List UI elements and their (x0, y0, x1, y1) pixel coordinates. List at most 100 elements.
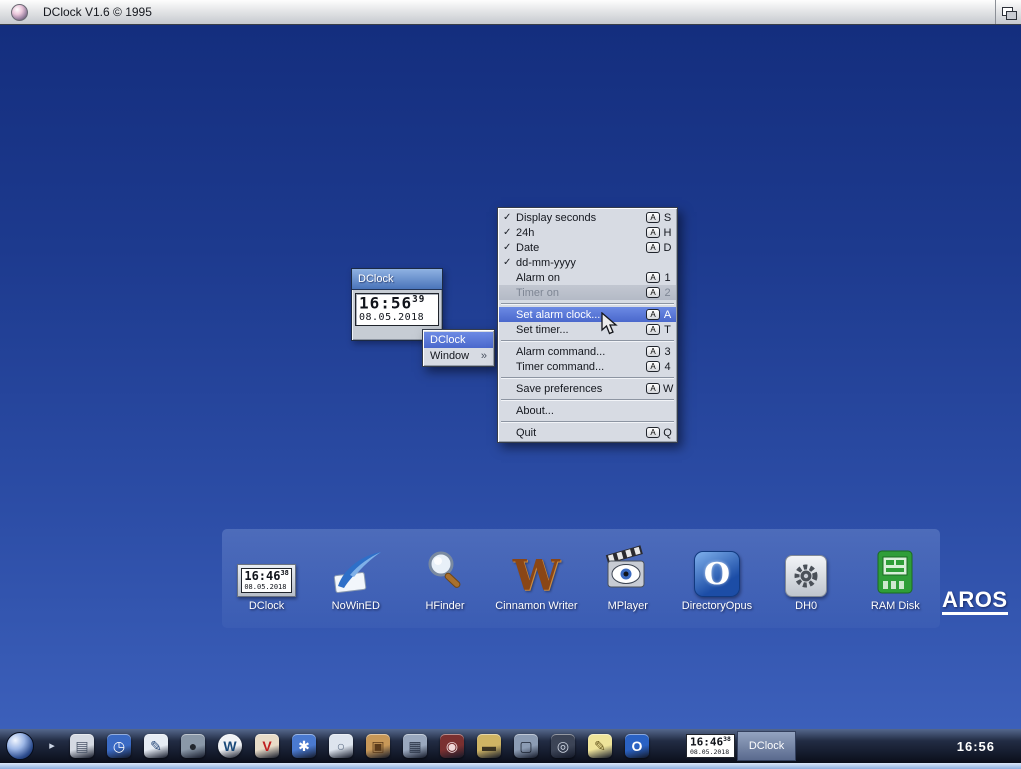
dock-item-nowined[interactable]: NoWinED (317, 535, 395, 612)
shortcut-key-label: H (663, 227, 672, 239)
menu-separator (501, 421, 674, 422)
menu-item-label: Display seconds (516, 212, 646, 224)
amiga-key-icon: A (646, 227, 660, 238)
taskbar: ▸ ▤ ◷ ✎ ● WV ✱ ○ ▣ ▦ ◉ ▬ ▢ ◎ ✎ O 16:4638 08.05.2018 DCl… (0, 729, 1021, 763)
ram-disk-icon (874, 535, 916, 597)
dopus-small-icon[interactable]: O (625, 734, 649, 758)
dock-item-mplayer[interactable]: MPlayer (589, 535, 667, 612)
menu-item-save-preferences[interactable]: Save preferencesAW (499, 381, 676, 396)
taskbar-dclock-task[interactable]: 16:4638 08.05.2018 DClock (686, 731, 796, 761)
menu-item-label: Timer on (516, 287, 646, 299)
menu-item-timer-command[interactable]: Timer command...A4 (499, 359, 676, 374)
dock-item-ram-disk[interactable]: RAM Disk (856, 535, 934, 612)
dclock-context-menu: ✓Display secondsAS✓24hAH✓DateAD✓dd-mm-yy… (497, 207, 678, 443)
menubar-title: DClock V1.6 © 1995 (43, 5, 152, 19)
menu-item-about[interactable]: About... (499, 403, 676, 418)
shortcut-key-label: W (663, 383, 672, 395)
frying-pan-icon[interactable]: ● (181, 734, 205, 758)
menu-item-label: Alarm on (516, 272, 646, 284)
notes-icon[interactable]: ✎ (588, 734, 612, 758)
dock-item-cinnamon-writer[interactable]: W Cinnamon Writer (495, 535, 577, 612)
paint-icon[interactable]: ✱ (292, 734, 316, 758)
taskbar-icons: ▸ ▤ ◷ ✎ ● WV ✱ ○ ▣ ▦ ◉ ▬ ▢ ◎ ✎ O (6, 729, 649, 763)
cinnamon-w-glyph: W (513, 555, 560, 597)
taskbar-clock: 16:56 (957, 729, 995, 763)
lcd-date: 08.05.2018 (690, 748, 731, 756)
dock-item-label: DH0 (795, 600, 817, 612)
tape-deck-icon[interactable]: ▬ (477, 734, 501, 758)
menu-separator (501, 399, 674, 400)
submenu-item-label: Window (430, 350, 469, 362)
aros-menu-logo-icon[interactable] (11, 4, 28, 21)
shortcut-key-label: 1 (663, 272, 672, 284)
mplayer-icon (603, 535, 653, 597)
buildings-icon[interactable]: ▦ (403, 734, 427, 758)
checkmark-icon: ✓ (503, 242, 516, 253)
menu-item-dd-mm-yyyy[interactable]: ✓dd-mm-yyyy (499, 255, 676, 270)
shortcut-key-label: D (663, 242, 672, 254)
menu-item-date[interactable]: ✓DateAD (499, 240, 676, 255)
dh0-icon (785, 535, 827, 597)
text-editor-icon[interactable]: ✎ (144, 734, 168, 758)
menu-item-set-timer[interactable]: Set timer...AT (499, 322, 676, 337)
shortcut-key-label: 4 (663, 361, 672, 373)
menu-separator (501, 340, 674, 341)
dock-item-dclock[interactable]: 16:463808.05.2018DClock (228, 535, 306, 612)
start-arrow-icon[interactable]: ▸ (47, 734, 57, 758)
search-doc-icon[interactable]: ○ (329, 734, 353, 758)
dclock-window-title: DClock (358, 273, 393, 285)
menu-item-alarm-command[interactable]: Alarm command...A3 (499, 344, 676, 359)
dclock-icon-lcd: 16:463808.05.2018 (241, 568, 292, 593)
amiga-key-icon: A (646, 324, 660, 335)
lcd-time: 16:5639 (359, 295, 435, 312)
checkmark-icon: ✓ (503, 227, 516, 238)
menu-item-label: Alarm command... (516, 346, 646, 358)
lcd-time-value: 16:56 (359, 293, 412, 312)
menu-item-alarm-on[interactable]: Alarm onA1 (499, 270, 676, 285)
dh0-drive-box (785, 555, 827, 597)
camera-lens-icon[interactable]: ◎ (551, 734, 575, 758)
dock-item-label: RAM Disk (871, 600, 920, 612)
screen-depth-button[interactable] (995, 0, 1021, 24)
amiga-key-icon: A (646, 346, 660, 357)
menubar: DClock V1.6 © 1995 (0, 0, 1021, 25)
shortcut-key-label: S (663, 212, 672, 224)
aros-start-icon[interactable] (6, 732, 34, 760)
dock-item-directoryopus[interactable]: ODirectoryOpus (678, 535, 756, 612)
dclock-window-titlebar[interactable]: DClock (352, 269, 442, 290)
menu-item-timer-on[interactable]: Timer onA2 (499, 285, 676, 300)
film-reel-icon[interactable]: ◉ (440, 734, 464, 758)
shortcut-key-label: Q (663, 427, 672, 439)
package-box-icon[interactable]: ▣ (366, 734, 390, 758)
submenu-item-window[interactable]: Window» (424, 348, 493, 364)
menu-item-label: About... (516, 405, 672, 417)
amiga-key-icon: A (646, 361, 660, 372)
amiga-key-icon: A (646, 309, 660, 320)
cinnamon-writer-icon: W (513, 535, 560, 597)
amiga-key-icon: A (646, 427, 660, 438)
submenu-item-dclock[interactable]: DClock (424, 332, 493, 348)
directoryopus-icon: O (694, 535, 740, 597)
nowined-icon (329, 535, 383, 597)
menu-item-quit[interactable]: QuitAQ (499, 425, 676, 440)
taskbar-dclock-label: DClock (737, 731, 796, 761)
checkmark-icon: ✓ (503, 257, 516, 268)
wanderer-clock-icon[interactable]: ◷ (107, 734, 131, 758)
dock-item-label: MPlayer (608, 600, 648, 612)
screen-bottom-strip (0, 763, 1021, 769)
menu-group-panel: DClockWindow» (422, 329, 495, 367)
menu-item-label: 24h (516, 227, 646, 239)
wordpress-icon[interactable]: W (218, 734, 242, 758)
lcd-time: 16:4638 (690, 736, 731, 748)
menu-item-display-seconds[interactable]: ✓Display secondsAS (499, 210, 676, 225)
menu-item-set-alarm-clock[interactable]: Set alarm clock...AA (499, 307, 676, 322)
utility-tool-icon[interactable]: V (255, 734, 279, 758)
dock-item-hfinder[interactable]: HFinder (406, 535, 484, 612)
dock-item-label: HFinder (425, 600, 464, 612)
aros-desktop-label: AROS (942, 588, 1008, 615)
dock-item-dh0[interactable]: DH0 (767, 535, 845, 612)
tv-screen-icon[interactable]: ▢ (514, 734, 538, 758)
drawer-icon[interactable]: ▤ (70, 734, 94, 758)
menu-item-24h[interactable]: ✓24hAH (499, 225, 676, 240)
dock-item-label: Cinnamon Writer (495, 600, 577, 612)
